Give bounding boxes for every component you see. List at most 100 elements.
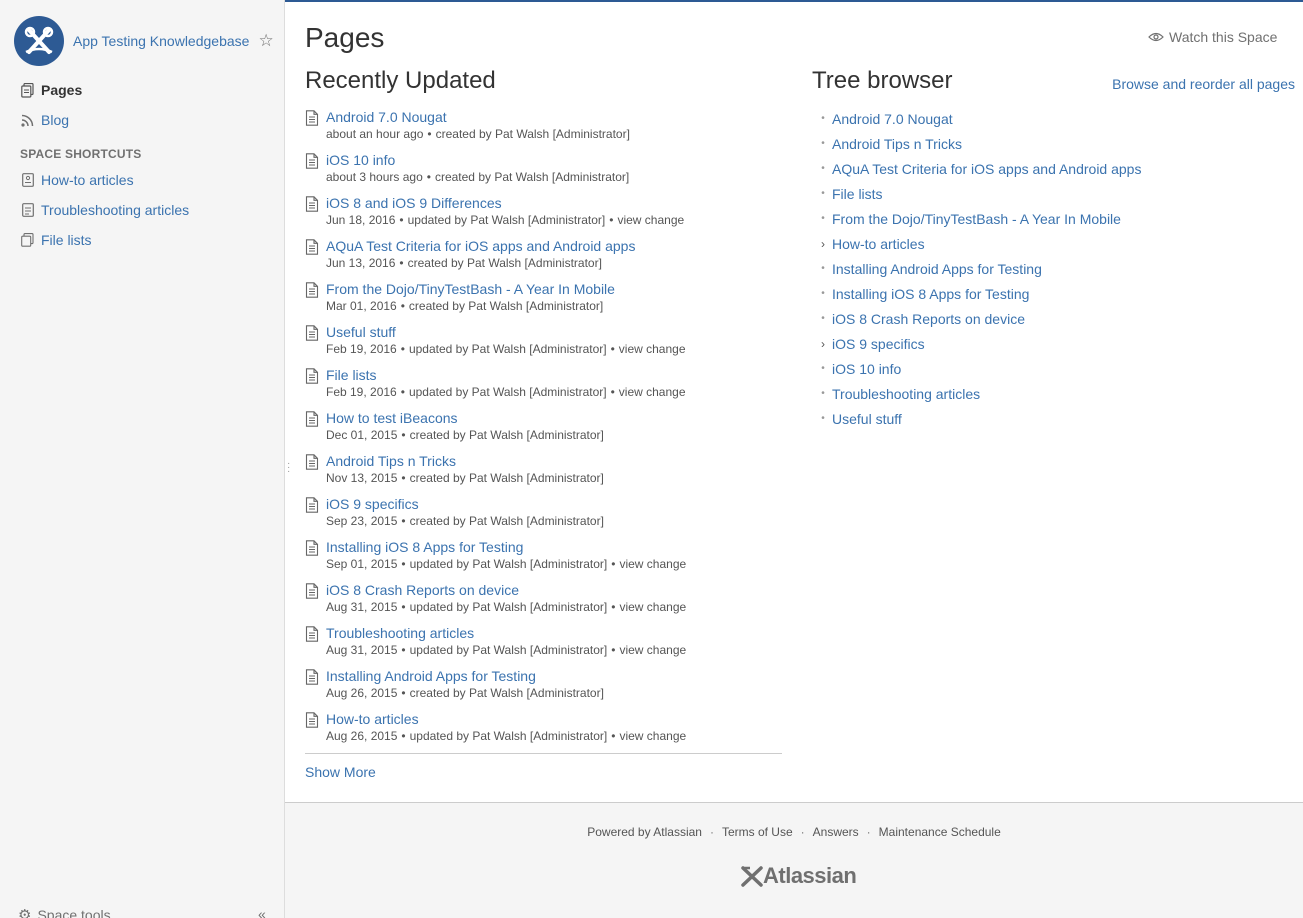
- meta-separator: •: [400, 299, 405, 313]
- shortcut-howto-articles[interactable]: How-to articles: [0, 165, 284, 195]
- tree-link[interactable]: iOS 9 specifics: [832, 336, 925, 352]
- star-icon[interactable]: ☆: [258, 32, 273, 49]
- tree-link[interactable]: iOS 8 Crash Reports on device: [832, 311, 1025, 327]
- atlassian-logo[interactable]: Atlassian: [741, 863, 857, 889]
- meta-separator: •: [426, 170, 431, 184]
- meta-separator: •: [399, 213, 404, 227]
- space-logo[interactable]: [14, 15, 64, 66]
- tree-link[interactable]: File lists: [832, 186, 883, 202]
- view-change-link[interactable]: view change: [619, 728, 686, 744]
- item-meta: about an hour ago • created by Pat Walsh […: [326, 126, 630, 142]
- tree-browser-heading: Tree browser: [812, 67, 953, 94]
- view-change-link[interactable]: view change: [617, 212, 684, 228]
- item-date: Aug 31, 2015: [326, 600, 398, 614]
- list-item: iOS 8 Crash Reports on device Aug 31, 201…: [305, 581, 782, 624]
- tree-link[interactable]: Installing iOS 8 Apps for Testing: [832, 286, 1029, 302]
- item-date: Mar 01, 2016: [326, 299, 397, 313]
- troubleshooting-icon: [20, 203, 35, 218]
- view-change-link[interactable]: view change: [619, 642, 686, 658]
- page-link[interactable]: iOS 8 Crash Reports on device: [326, 581, 686, 599]
- sidebar-resize-handle[interactable]: · · ·: [287, 459, 290, 477]
- page-link[interactable]: AQuA Test Criteria for iOS apps and Andr…: [326, 237, 635, 255]
- view-change-link[interactable]: view change: [619, 556, 686, 572]
- item-date: about 3 hours ago: [326, 170, 423, 184]
- item-action: created by Pat Walsh [Administrator]: [409, 686, 604, 700]
- tree-link[interactable]: Installing Android Apps for Testing: [832, 261, 1042, 277]
- meta-separator: •: [401, 643, 406, 657]
- item-action: created by Pat Walsh [Administrator]: [407, 256, 602, 270]
- show-more-link[interactable]: Show More: [305, 764, 376, 780]
- meta-separator: •: [611, 729, 616, 743]
- tree-item: • Installing iOS 8 Apps for Testing: [812, 281, 1295, 306]
- atlassian-logo-text: Atlassian: [763, 863, 857, 888]
- page-link[interactable]: Installing iOS 8 Apps for Testing: [326, 538, 686, 556]
- page-link[interactable]: Useful stuff: [326, 323, 686, 341]
- chevron-right-icon[interactable]: ›: [816, 237, 830, 251]
- shortcut-label: How-to articles: [41, 172, 134, 188]
- page-icon: [305, 669, 319, 685]
- sidebar-item-pages[interactable]: Pages: [0, 75, 284, 105]
- footer-link-maintenance[interactable]: Maintenance Schedule: [879, 825, 1001, 839]
- shortcut-file-lists[interactable]: File lists: [0, 225, 284, 255]
- item-meta: Sep 23, 2015 • created by Pat Walsh [Admin…: [326, 513, 604, 529]
- tree-link[interactable]: Android Tips n Tricks: [832, 136, 962, 152]
- page-link[interactable]: Troubleshooting articles: [326, 624, 686, 642]
- item-meta: Aug 31, 2015 • updated by Pat Walsh [Admin…: [326, 642, 686, 658]
- shortcut-troubleshooting-articles[interactable]: Troubleshooting articles: [0, 195, 284, 225]
- item-meta: about 3 hours ago • created by Pat Walsh […: [326, 169, 629, 185]
- space-tools-button[interactable]: ⚙ Space tools: [18, 906, 111, 918]
- item-meta: Nov 13, 2015 • created by Pat Walsh [Admin…: [326, 470, 604, 486]
- tree-link[interactable]: From the Dojo/TinyTestBash - A Year In M…: [832, 211, 1121, 227]
- page-link[interactable]: iOS 10 info: [326, 151, 629, 169]
- page-link[interactable]: From the Dojo/TinyTestBash - A Year In M…: [326, 280, 615, 298]
- pages-icon: [20, 82, 35, 98]
- eye-icon: [1148, 32, 1164, 42]
- meta-separator: •: [609, 213, 614, 227]
- page-link[interactable]: Android Tips n Tricks: [326, 452, 604, 470]
- page-icon: [305, 626, 319, 642]
- item-action: created by Pat Walsh [Administrator]: [434, 170, 630, 184]
- tree-link[interactable]: Useful stuff: [832, 411, 902, 427]
- page-link[interactable]: iOS 8 and iOS 9 Differences: [326, 194, 684, 212]
- tree-list: • Android 7.0 Nougat • Android Tips n Trick…: [812, 106, 1295, 431]
- footer-separator: ·: [709, 825, 714, 839]
- view-change-link[interactable]: view change: [619, 599, 686, 615]
- list-item: iOS 8 and iOS 9 Differences Jun 18, 2016 •…: [305, 194, 782, 237]
- shortcut-label: Troubleshooting articles: [41, 202, 190, 218]
- page-link[interactable]: File lists: [326, 366, 686, 384]
- page-link[interactable]: Installing Android Apps for Testing: [326, 667, 604, 685]
- footer-link-answers[interactable]: Answers: [813, 825, 859, 839]
- item-date: Dec 01, 2015: [326, 428, 398, 442]
- view-change-link[interactable]: view change: [619, 341, 686, 357]
- tree-link[interactable]: AQuA Test Criteria for iOS apps and Andr…: [832, 161, 1141, 177]
- page-link[interactable]: How-to articles: [326, 710, 686, 728]
- tree-item: • Android 7.0 Nougat: [812, 106, 1295, 131]
- bullet-icon: •: [821, 288, 825, 299]
- space-name[interactable]: App Testing Knowledgebase: [73, 33, 249, 49]
- page-link[interactable]: How to test iBeacons: [326, 409, 604, 427]
- browse-reorder-link[interactable]: Browse and reorder all pages: [1112, 76, 1295, 92]
- tree-link[interactable]: Android 7.0 Nougat: [832, 111, 953, 127]
- page-link[interactable]: Android 7.0 Nougat: [326, 108, 630, 126]
- page-icon: [305, 282, 319, 298]
- view-change-link[interactable]: view change: [619, 384, 686, 400]
- sidebar: App Testing Knowledgebase ☆ Pages Blog S…: [0, 0, 285, 918]
- collapse-sidebar-icon[interactable]: «: [258, 906, 266, 918]
- tree-link[interactable]: How-to articles: [832, 236, 925, 252]
- footer-link-powered-by[interactable]: Powered by Atlassian: [587, 825, 702, 839]
- footer-link-terms[interactable]: Terms of Use: [722, 825, 793, 839]
- sidebar-item-blog[interactable]: Blog: [0, 105, 284, 135]
- tree-link[interactable]: Troubleshooting articles: [832, 386, 980, 402]
- tree-link[interactable]: iOS 10 info: [832, 361, 901, 377]
- meta-separator: •: [401, 471, 406, 485]
- bullet-icon: •: [821, 138, 825, 149]
- bullet-icon: •: [821, 413, 825, 424]
- list-item: iOS 10 info about 3 hours ago • created by …: [305, 151, 782, 194]
- meta-separator: •: [611, 600, 616, 614]
- meta-separator: •: [401, 686, 406, 700]
- page-icon: [305, 325, 319, 341]
- page-link[interactable]: iOS 9 specifics: [326, 495, 604, 513]
- watch-space-button[interactable]: Watch this Space: [1148, 29, 1277, 45]
- chevron-right-icon[interactable]: ›: [816, 337, 830, 351]
- item-action: created by Pat Walsh [Administrator]: [409, 428, 604, 442]
